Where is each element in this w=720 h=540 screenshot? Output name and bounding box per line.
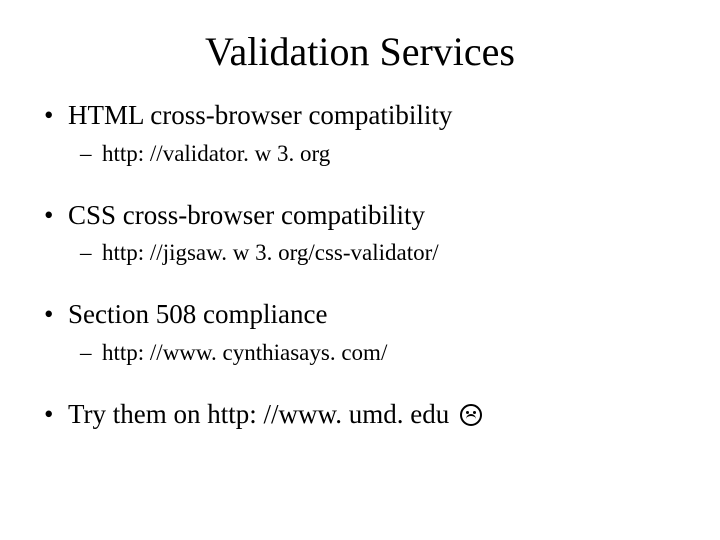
sub-list: http: //validator. w 3. org	[68, 139, 680, 169]
sub-item: http: //www. cynthiasays. com/	[68, 338, 680, 368]
bullet-text: CSS cross-browser compatibility	[68, 200, 425, 230]
sub-list: http: //www. cynthiasays. com/	[68, 338, 680, 368]
bullet-item: Section 508 compliance http: //www. cynt…	[40, 298, 680, 368]
sub-item: http: //jigsaw. w 3. org/css-validator/	[68, 238, 680, 268]
slide-title: Validation Services	[40, 28, 680, 75]
bullet-text: Try them on http: //www. umd. edu	[68, 399, 456, 429]
sub-text: http: //validator. w 3. org	[102, 141, 330, 166]
sub-list: http: //jigsaw. w 3. org/css-validator/	[68, 238, 680, 268]
bullet-list: HTML cross-browser compatibility http: /…	[40, 99, 680, 432]
bullet-text: HTML cross-browser compatibility	[68, 100, 452, 130]
sad-face-icon	[460, 404, 482, 426]
sub-item: http: //validator. w 3. org	[68, 139, 680, 169]
bullet-item: Try them on http: //www. umd. edu	[40, 398, 680, 432]
sub-text: http: //jigsaw. w 3. org/css-validator/	[102, 240, 439, 265]
bullet-text: Section 508 compliance	[68, 299, 327, 329]
bullet-item: HTML cross-browser compatibility http: /…	[40, 99, 680, 169]
bullet-item: CSS cross-browser compatibility http: //…	[40, 199, 680, 269]
sub-text: http: //www. cynthiasays. com/	[102, 340, 387, 365]
slide: Validation Services HTML cross-browser c…	[0, 0, 720, 540]
